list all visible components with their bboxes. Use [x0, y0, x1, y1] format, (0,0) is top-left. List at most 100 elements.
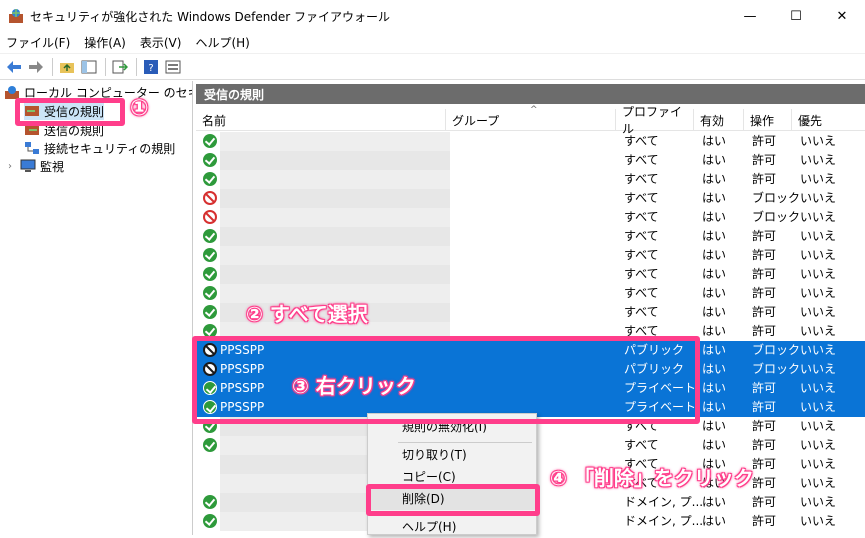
block-icon [203, 210, 217, 224]
rule-action: 許可 [752, 400, 777, 414]
menu-item-cut[interactable]: 切り取り(T) [368, 444, 536, 466]
back-arrow-icon[interactable] [4, 57, 24, 77]
title-bar: セキュリティが強化された Windows Defender ファイアウォール —… [0, 0, 865, 32]
close-button[interactable]: ✕ [819, 0, 865, 32]
rule-action: 許可 [752, 153, 777, 167]
rule-enabled: はい [702, 229, 727, 243]
redacted-rule-name [220, 151, 450, 170]
rule-action: 許可 [752, 267, 777, 281]
rule-row[interactable]: すべて はい ブロック いいえ [196, 208, 865, 227]
rule-action: 許可 [752, 381, 777, 395]
rule-row[interactable]: すべて はい 許可 いいえ [196, 246, 865, 265]
rule-action: 許可 [752, 286, 777, 300]
allow-check-icon [203, 305, 217, 319]
rule-action: ブロック [752, 191, 801, 205]
menu-view[interactable]: 表示(V) [140, 34, 182, 51]
rule-row[interactable]: すべて はい 許可 いいえ [196, 265, 865, 284]
connection-security-icon [24, 141, 40, 155]
allow-check-icon [203, 495, 217, 509]
column-action[interactable]: 操作 [744, 109, 792, 131]
rule-override: いいえ [800, 514, 837, 528]
tree-item-monitor[interactable]: › 監視 [8, 157, 64, 175]
rule-row[interactable]: すべて はい 許可 いいえ [196, 132, 865, 151]
rule-enabled: はい [702, 324, 727, 338]
rule-override: いいえ [800, 210, 837, 224]
toolbar-separator [52, 57, 53, 76]
rule-override: いいえ [800, 438, 837, 452]
column-group-label: グループ [452, 113, 500, 128]
rule-override: いいえ [800, 362, 837, 376]
minimize-button[interactable]: — [727, 0, 773, 32]
column-override[interactable]: 優先 [792, 109, 865, 131]
rule-profile: ドメイン, プ... [624, 495, 704, 509]
rule-enabled: はい [702, 153, 727, 167]
menu-action[interactable]: 操作(A) [84, 34, 126, 51]
column-group[interactable]: グループ ^ [446, 105, 616, 131]
expand-chevron-icon[interactable]: › [8, 161, 20, 172]
show-hide-tree-icon[interactable] [79, 57, 99, 77]
firewall-app-icon [8, 8, 24, 24]
export-icon[interactable] [110, 57, 130, 77]
rule-profile: すべて [624, 229, 659, 243]
rule-action: ブロック [752, 362, 801, 376]
rule-profile: すべて [624, 134, 659, 148]
rule-profile: すべて [624, 153, 659, 167]
rule-action: 許可 [752, 248, 777, 262]
rule-row[interactable]: すべて はい 許可 いいえ [196, 151, 865, 170]
sort-ascending-icon: ^ [530, 105, 538, 115]
menu-separator [398, 442, 532, 443]
rule-profile: すべて [624, 191, 659, 205]
allow-check-icon [203, 438, 217, 452]
allow-check-icon [203, 267, 217, 281]
tree-item-label: 監視 [40, 159, 65, 174]
pane-title: 受信の規則 [196, 84, 865, 104]
annotation-box-step1 [15, 98, 125, 126]
rule-enabled: はい [702, 210, 727, 224]
rule-enabled: はい [702, 172, 727, 186]
tree-pane: ローカル コンピューター のセキュリティ 受信の規則 送信の規則 接続セキュリテ… [0, 81, 193, 535]
rule-override: いいえ [800, 229, 837, 243]
rule-row[interactable]: すべて はい 許可 いいえ [196, 227, 865, 246]
annotation-step4: ④ 「削除」をクリック [550, 466, 754, 490]
rule-enabled: はい [702, 438, 727, 452]
folder-up-icon[interactable] [57, 57, 77, 77]
annotation-step1: ① [130, 96, 149, 121]
context-menu: 規則の無効化(I) 切り取り(T) コピー(C) 削除(D) ヘルプ(H) [367, 413, 537, 535]
rule-enabled: はい [702, 400, 727, 414]
rule-override: いいえ [800, 172, 837, 186]
rule-row[interactable]: すべて はい ブロック いいえ [196, 189, 865, 208]
rule-override: いいえ [800, 286, 837, 300]
rule-enabled: はい [702, 286, 727, 300]
column-name[interactable]: 名前 [196, 109, 446, 131]
rule-action: ブロック [752, 210, 801, 224]
column-header: 名前 グループ ^ プロファイル 有効 操作 優先 [196, 105, 865, 136]
annotation-box-step4 [366, 484, 540, 516]
rule-override: いいえ [800, 419, 837, 433]
rule-override: いいえ [800, 400, 837, 414]
rule-row[interactable]: すべて はい 許可 いいえ [196, 170, 865, 189]
rule-action: 許可 [752, 457, 777, 471]
redacted-rule-name [220, 246, 450, 265]
redacted-rule-name [220, 208, 450, 227]
rule-action: 許可 [752, 438, 777, 452]
menu-file[interactable]: ファイル(F) [6, 34, 70, 51]
forward-arrow-icon[interactable] [26, 57, 46, 77]
rule-enabled: はい [702, 514, 727, 528]
menu-help[interactable]: ヘルプ(H) [195, 34, 249, 51]
help-icon[interactable]: ? [141, 57, 161, 77]
window-title: セキュリティが強化された Windows Defender ファイアウォール [30, 9, 391, 24]
redacted-rule-name [220, 170, 450, 189]
column-profile[interactable]: プロファイル [616, 105, 694, 136]
allow-check-icon [203, 286, 217, 300]
rule-override: いいえ [800, 134, 837, 148]
rule-enabled: はい [702, 343, 727, 357]
redacted-rule-name [220, 265, 450, 284]
monitor-icon [20, 159, 36, 173]
properties-icon[interactable] [163, 57, 183, 77]
rule-override: いいえ [800, 457, 837, 471]
rule-profile: すべて [624, 438, 659, 452]
tree-item-connection-security[interactable]: 接続セキュリティの規則 [24, 139, 175, 157]
allow-check-icon [203, 153, 217, 167]
column-enabled[interactable]: 有効 [694, 109, 744, 131]
maximize-button[interactable]: ☐ [773, 0, 819, 32]
